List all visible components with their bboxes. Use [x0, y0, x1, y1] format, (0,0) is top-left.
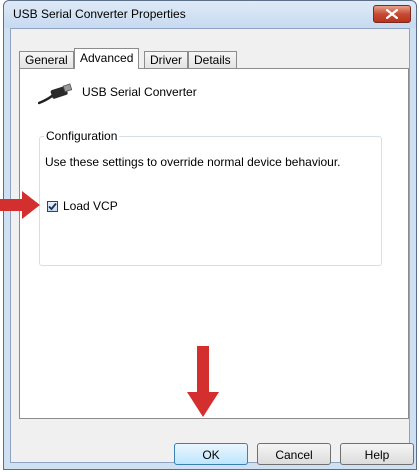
tab-driver[interactable]: Driver	[144, 51, 188, 68]
title-bar[interactable]: USB Serial Converter Properties	[4, 1, 416, 28]
tab-general[interactable]: General	[19, 51, 74, 68]
tab-details[interactable]: Details	[188, 51, 237, 68]
ok-button[interactable]: OK	[174, 443, 248, 465]
cancel-button[interactable]: Cancel	[257, 443, 331, 465]
configuration-group: Configuration Use these settings to over…	[39, 129, 382, 266]
configuration-description: Use these settings to override normal de…	[45, 155, 341, 169]
load-vcp-option[interactable]: Load VCP	[47, 199, 118, 213]
checkmark-icon	[48, 202, 57, 210]
device-name: USB Serial Converter	[82, 85, 197, 99]
help-button[interactable]: Help	[340, 443, 414, 465]
window-title: USB Serial Converter Properties	[13, 7, 186, 21]
load-vcp-checkbox[interactable]	[47, 200, 58, 212]
configuration-legend: Configuration	[44, 129, 120, 143]
usb-plug-icon	[38, 83, 72, 105]
arrow-down-icon	[187, 346, 219, 417]
tab-advanced[interactable]: Advanced	[74, 48, 140, 69]
close-icon	[386, 9, 398, 19]
load-vcp-label: Load VCP	[63, 199, 118, 213]
close-button[interactable]	[373, 5, 411, 23]
arrow-right-icon	[0, 191, 40, 219]
